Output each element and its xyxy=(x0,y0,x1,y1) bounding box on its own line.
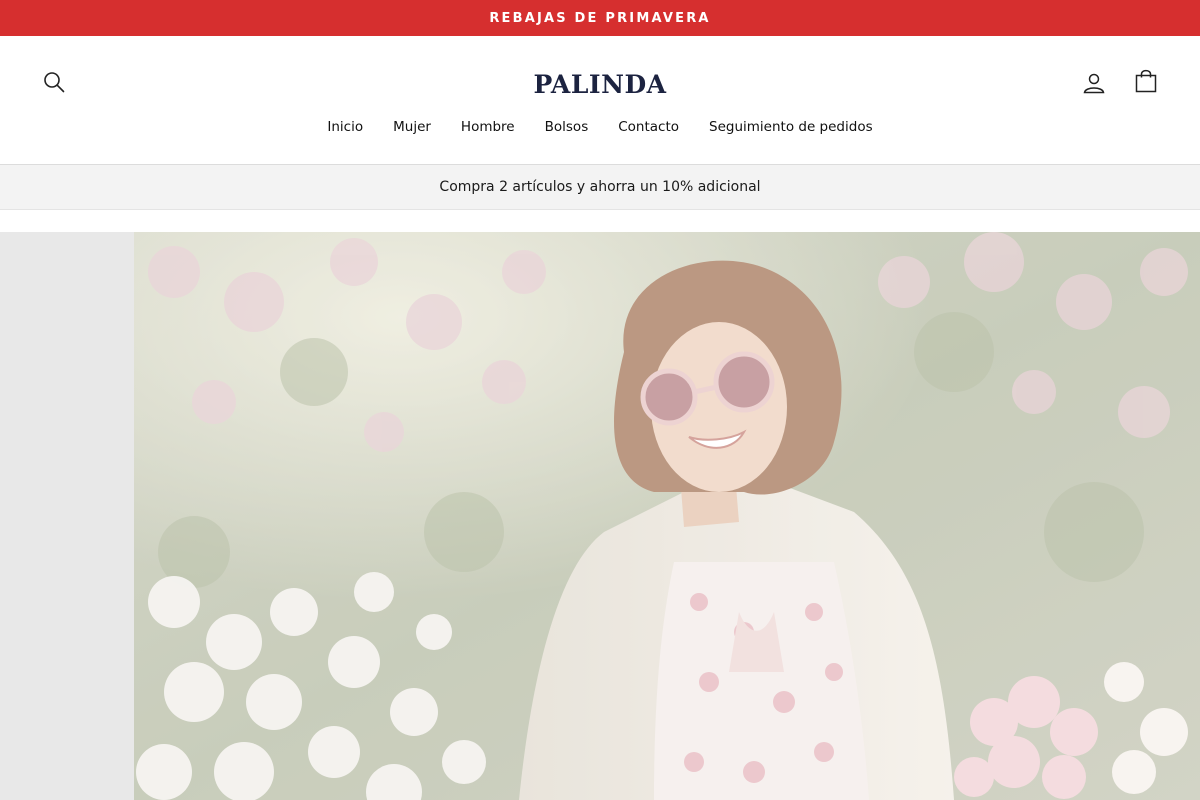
hero-image xyxy=(134,232,1200,800)
cart-button[interactable] xyxy=(1130,65,1162,97)
account-button[interactable] xyxy=(1078,67,1110,99)
nav-item-bolsos[interactable]: Bolsos xyxy=(545,119,589,135)
promo-text: Compra 2 artículos y ahorra un 10% adici… xyxy=(439,179,761,195)
promo-bar: Compra 2 artículos y ahorra un 10% adici… xyxy=(0,164,1200,210)
brand-logo-text: PALINDA xyxy=(533,69,667,99)
nav-item-inicio[interactable]: Inicio xyxy=(327,119,363,135)
main-navigation: Inicio Mujer Hombre Bolsos Contacto Segu… xyxy=(0,116,1200,138)
site-header: PALINDA Inicio Mujer Hombre Bolsos Conta… xyxy=(0,36,1200,164)
search-button[interactable] xyxy=(38,66,70,98)
hero-banner[interactable] xyxy=(0,232,1200,800)
announcement-text: REBAJAS DE PRIMAVERA xyxy=(489,10,711,26)
hero-side-panel xyxy=(0,232,134,800)
user-icon xyxy=(1083,73,1105,94)
brand-logo[interactable]: PALINDA xyxy=(500,66,700,102)
search-icon xyxy=(44,72,65,93)
announcement-bar: REBAJAS DE PRIMAVERA xyxy=(0,0,1200,36)
nav-item-mujer[interactable]: Mujer xyxy=(393,119,431,135)
nav-item-hombre[interactable]: Hombre xyxy=(461,119,515,135)
nav-item-seguimiento-de-pedidos[interactable]: Seguimiento de pedidos xyxy=(709,119,873,135)
shopping-bag-icon xyxy=(1135,69,1157,93)
nav-item-contacto[interactable]: Contacto xyxy=(618,119,679,135)
